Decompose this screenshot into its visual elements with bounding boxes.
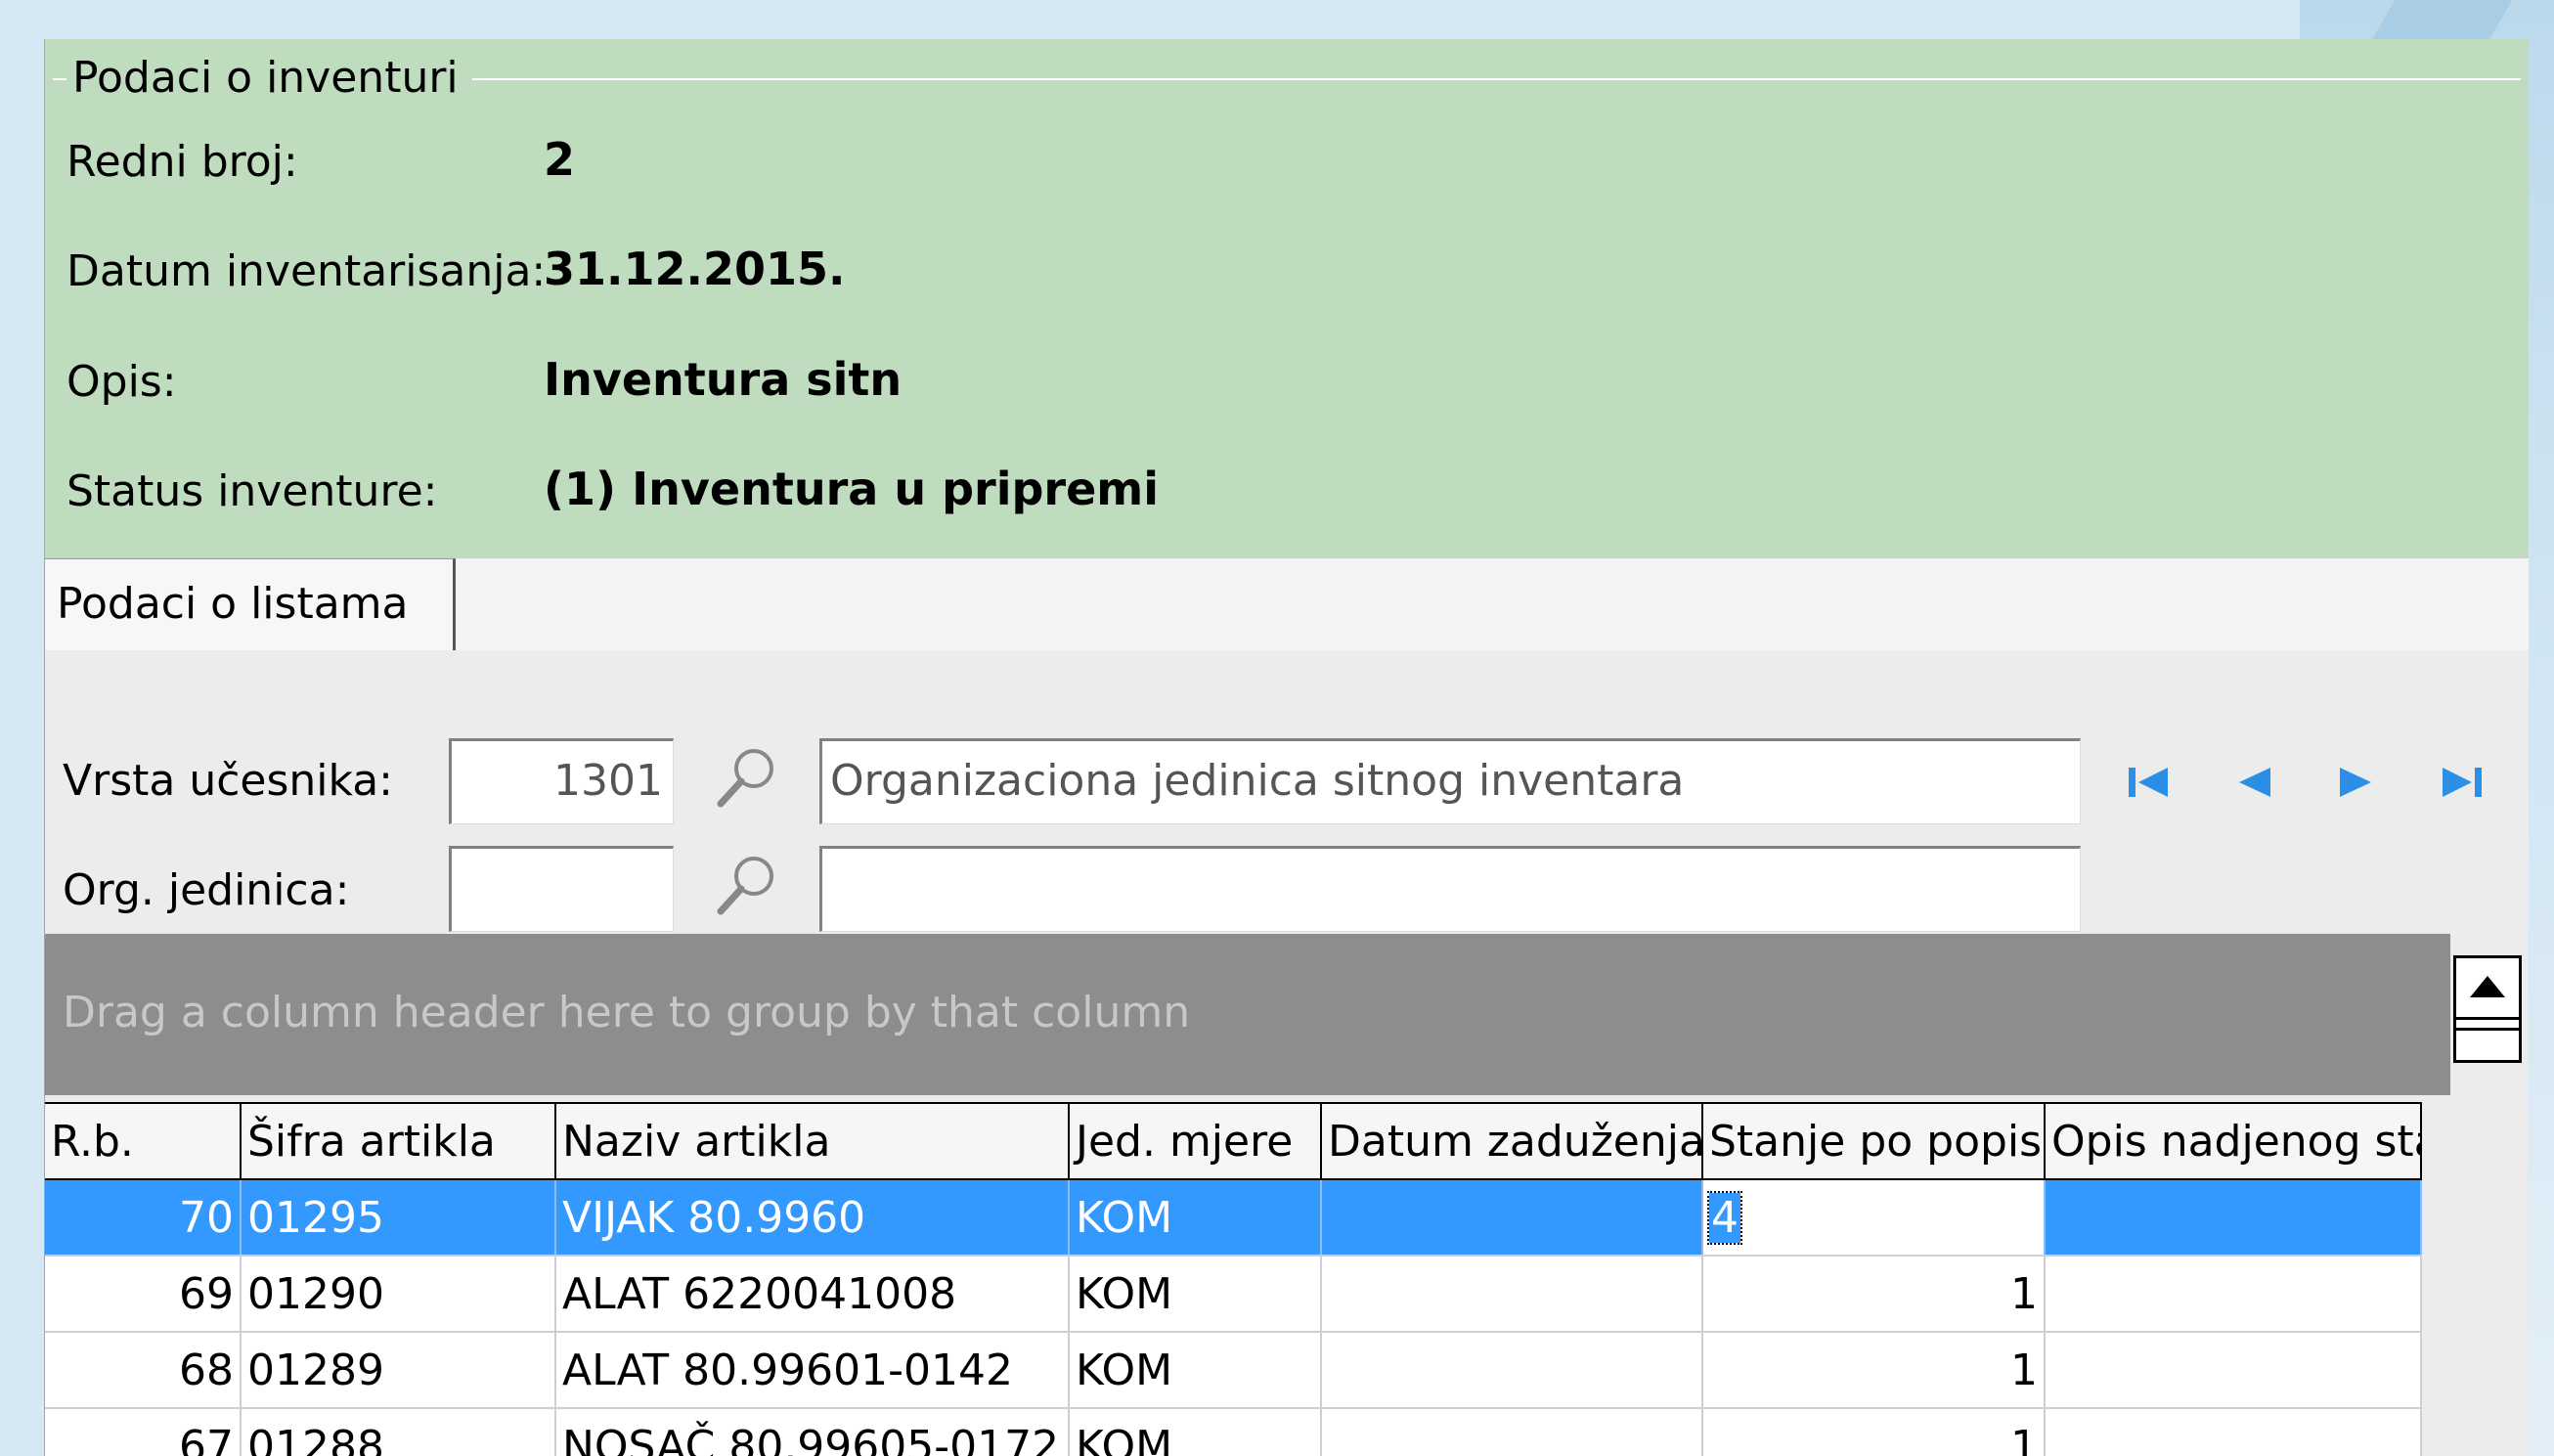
table-row[interactable]: 69 01290 ALAT 6220041008 KOM 1 [45,1256,2422,1333]
column-header-rb[interactable]: R.b. [45,1102,242,1180]
cell-unit[interactable]: KOM [1069,1256,1322,1333]
cell-rb[interactable]: 70 [45,1179,242,1257]
inventory-date-value: 31.12.2015. [544,243,846,295]
cell-stock-count[interactable]: 1 [1702,1256,2046,1333]
participant-type-code-input[interactable]: 1301 [449,738,674,824]
search-icon[interactable] [713,851,781,919]
description-value: Inventura sitn [544,353,903,406]
inventory-items-grid: R.b. Šifra artikla Naziv artikla Jed. mj… [45,1102,2422,1456]
cell-rb[interactable]: 69 [45,1256,242,1333]
stock-count-input[interactable]: 4 [1707,1190,1742,1245]
table-row[interactable]: 70 01295 VIJAK 80.9960 KOM 4 [45,1179,2422,1257]
description-label: Opis: [66,357,177,407]
scroll-thumb[interactable] [2456,1017,2519,1031]
inventory-info-group: Podaci o inventuri Redni broj: 2 Datum i… [45,39,2529,557]
cell-item-code[interactable]: 01290 [241,1256,556,1333]
org-unit-label: Org. jedinica: [63,865,350,915]
table-row[interactable]: 67 01288 NOSAČ 80.99605-0172 KOM 1 [45,1408,2422,1456]
cell-charge-date[interactable] [1321,1179,1703,1257]
cell-item-name[interactable]: ALAT 80.99601-0142 [555,1332,1070,1409]
cell-unit[interactable]: KOM [1069,1332,1322,1409]
cell-item-code[interactable]: 01288 [241,1408,556,1456]
cell-unit[interactable]: KOM [1069,1179,1322,1257]
tab-strip: Podaci o listama [45,557,2529,651]
cell-found-description[interactable] [2045,1256,2422,1333]
scrollbar[interactable] [2453,955,2522,1063]
column-header-item-code[interactable]: Šifra artikla [241,1102,556,1180]
cell-unit[interactable]: KOM [1069,1408,1322,1456]
org-unit-code-input[interactable] [449,846,674,932]
tab-label: Podaci o listama [57,579,409,629]
cell-stock-count-editor[interactable]: 4 [1702,1179,2046,1257]
cell-rb[interactable]: 67 [45,1408,242,1456]
tab-lists-data[interactable]: Podaci o listama [45,558,456,651]
cell-item-code[interactable]: 01289 [241,1332,556,1409]
inventory-date-label: Datum inventarisanja: [66,246,547,296]
scroll-up-arrow-icon[interactable] [2466,970,2509,1005]
org-unit-name-input[interactable] [819,846,2081,932]
column-header-unit[interactable]: Jed. mjere [1069,1102,1322,1180]
cell-item-name[interactable]: ALAT 6220041008 [555,1256,1070,1333]
grid-header-row: R.b. Šifra artikla Naziv artikla Jed. mj… [45,1102,2422,1180]
cell-charge-date[interactable] [1321,1332,1703,1409]
column-header-found-description[interactable]: Opis nadjenog sta [2045,1102,2422,1180]
cell-stock-count[interactable]: 1 [1702,1408,2046,1456]
cell-charge-date[interactable] [1321,1408,1703,1456]
first-record-icon[interactable] [2123,758,2178,807]
inventory-window: Podaci o inventuri Redni broj: 2 Datum i… [44,39,2529,1456]
participant-type-name-input[interactable]: Organizaciona jedinica sitnog inventara [819,738,2081,824]
search-icon[interactable] [713,743,781,812]
cell-item-code[interactable]: 01295 [241,1179,556,1257]
column-header-charge-date[interactable]: Datum zaduženja [1321,1102,1703,1180]
group-by-panel[interactable]: Drag a column header here to group by th… [45,934,2450,1095]
last-record-icon[interactable] [2433,758,2488,807]
next-record-icon[interactable] [2328,758,2383,807]
cell-item-name[interactable]: VIJAK 80.9960 [555,1179,1070,1257]
status-value: (1) Inventura u pripremi [544,463,1159,515]
status-label: Status inventure: [66,466,438,516]
cell-stock-count[interactable]: 1 [1702,1332,2046,1409]
previous-record-icon[interactable] [2227,758,2282,807]
tab-content: Vrsta učesnika: 1301 Organizaciona jedin… [45,650,2529,934]
column-header-stock-count[interactable]: Stanje po popisu [1702,1102,2046,1180]
cell-found-description[interactable] [2045,1179,2422,1257]
table-row[interactable]: 68 01289 ALAT 80.99601-0142 KOM 1 [45,1332,2422,1409]
cell-rb[interactable]: 68 [45,1332,242,1409]
group-legend: Podaci o inventuri [66,53,472,103]
ordinal-number-label: Redni broj: [66,137,298,187]
participant-type-label: Vrsta učesnika: [63,756,393,806]
cell-item-name[interactable]: NOSAČ 80.99605-0172 [555,1408,1070,1456]
cell-charge-date[interactable] [1321,1256,1703,1333]
column-header-item-name[interactable]: Naziv artikla [555,1102,1070,1180]
ordinal-number-value: 2 [544,133,576,186]
cell-found-description[interactable] [2045,1408,2422,1456]
group-by-hint: Drag a column header here to group by th… [63,988,1191,1037]
cell-found-description[interactable] [2045,1332,2422,1409]
